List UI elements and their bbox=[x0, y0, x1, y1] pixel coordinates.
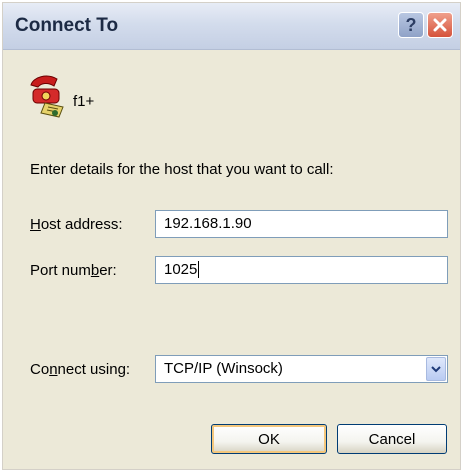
ok-button[interactable]: OK bbox=[211, 424, 327, 454]
port-label-mnemonic: b bbox=[90, 262, 100, 279]
port-number-label: Port number: bbox=[30, 262, 117, 279]
window-title: Connect To bbox=[15, 15, 119, 36]
host-address-value: 192.168.1.90 bbox=[164, 215, 252, 232]
connect-label-text-a: Co bbox=[30, 361, 50, 378]
close-icon bbox=[433, 18, 447, 32]
host-address-input[interactable]: 192.168.1.90 bbox=[155, 210, 448, 238]
dropdown-button[interactable] bbox=[426, 357, 446, 381]
help-icon: ? bbox=[405, 14, 417, 35]
port-number-input[interactable]: 1025 bbox=[155, 256, 448, 284]
close-button[interactable] bbox=[427, 12, 453, 38]
ok-button-label: OK bbox=[258, 430, 280, 448]
connect-using-label: Connect using: bbox=[30, 361, 130, 378]
cancel-button[interactable]: Cancel bbox=[337, 424, 447, 454]
connect-using-select[interactable]: TCP/IP (Winsock) bbox=[155, 355, 448, 383]
cancel-button-label: Cancel bbox=[368, 430, 416, 448]
chevron-down-icon bbox=[431, 365, 441, 372]
connect-to-dialog: Connect To ? f1+ Enter details for the h… bbox=[2, 2, 461, 470]
connection-name: f1+ bbox=[73, 93, 95, 110]
text-caret bbox=[198, 261, 200, 278]
help-button[interactable]: ? bbox=[398, 12, 424, 38]
phone-icon bbox=[30, 75, 64, 118]
connect-label-mnemonic: n bbox=[49, 361, 58, 378]
port-number-value: 1025 bbox=[164, 261, 198, 278]
instructions-text: Enter details for the host that you want… bbox=[30, 161, 334, 178]
host-label-mnemonic: H bbox=[30, 216, 41, 233]
title-bar[interactable]: Connect To ? bbox=[3, 3, 460, 50]
connect-using-value: TCP/IP (Winsock) bbox=[164, 360, 283, 377]
port-label-text-b: er: bbox=[99, 262, 117, 279]
host-label-text: ost address: bbox=[40, 216, 123, 233]
connect-label-text-b: nect using: bbox=[57, 361, 131, 378]
host-address-label: Host address: bbox=[30, 216, 123, 233]
port-label-text-a: Port num bbox=[30, 262, 91, 279]
